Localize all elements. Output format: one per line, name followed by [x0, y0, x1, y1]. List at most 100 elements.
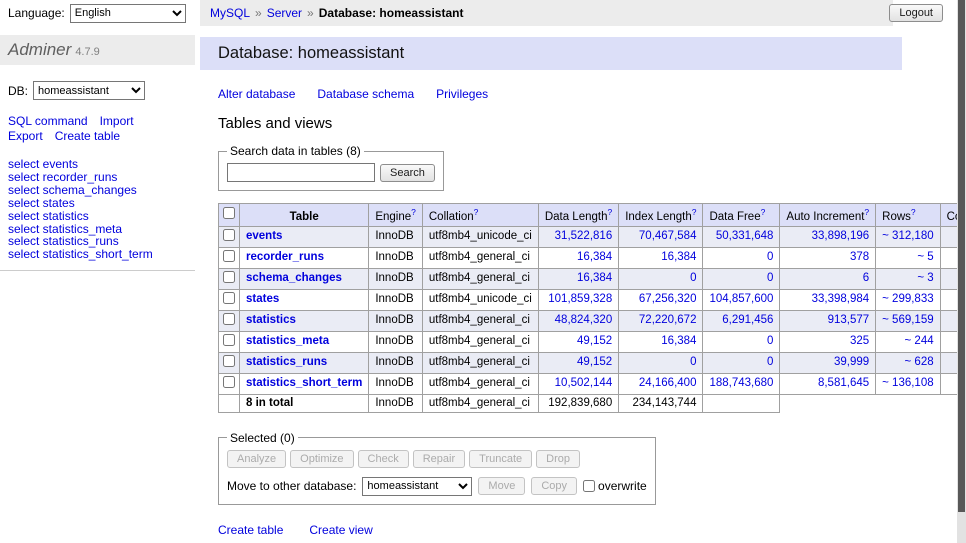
column-help-link[interactable]: ?: [692, 207, 697, 217]
index-length-link[interactable]: 16,384: [661, 335, 696, 347]
index-length-link[interactable]: 67,256,320: [639, 293, 697, 305]
selected-action-button[interactable]: Optimize: [290, 450, 353, 468]
rows-count-link[interactable]: ~ 244: [905, 335, 934, 347]
table-name-link[interactable]: states: [246, 293, 279, 305]
selected-action-button[interactable]: Drop: [536, 450, 580, 468]
data-free-link[interactable]: 0: [767, 272, 773, 284]
table-name-link[interactable]: statistics_meta: [246, 335, 329, 347]
data-length-link[interactable]: 16,384: [577, 272, 612, 284]
db-select[interactable]: homeassistant: [33, 81, 145, 100]
auto-increment-link[interactable]: 913,577: [828, 314, 870, 326]
index-length-link[interactable]: 0: [690, 356, 696, 368]
data-free-link[interactable]: 104,857,600: [709, 293, 773, 305]
auto-increment-link[interactable]: 33,898,196: [812, 230, 870, 242]
move-db-select[interactable]: homeassistant: [362, 477, 472, 496]
column-help-link[interactable]: ?: [864, 207, 869, 217]
data-free-link[interactable]: 0: [767, 251, 773, 263]
sidebar-item-table-link[interactable]: select schema_changes: [8, 184, 195, 197]
rows-count-link[interactable]: ~ 3: [917, 272, 933, 284]
row-checkbox[interactable]: [223, 229, 235, 241]
create-link[interactable]: Create view: [309, 523, 372, 537]
sidebar-item-table-link[interactable]: select events: [8, 158, 195, 171]
rows-count-link[interactable]: ~ 5: [917, 251, 933, 263]
column-help-link[interactable]: ?: [761, 207, 766, 217]
selected-action-button[interactable]: Repair: [413, 450, 465, 468]
sidebar-item-create-table[interactable]: Create table: [55, 129, 120, 143]
index-length-link[interactable]: 0: [690, 272, 696, 284]
search-button[interactable]: Search: [380, 164, 435, 182]
sidebar-item-table-link[interactable]: select recorder_runs: [8, 171, 195, 184]
row-checkbox[interactable]: [223, 334, 235, 346]
table-name-link[interactable]: recorder_runs: [246, 251, 324, 263]
column-help-link[interactable]: ?: [607, 207, 612, 217]
create-link[interactable]: Create table: [218, 523, 283, 537]
row-checkbox[interactable]: [223, 271, 235, 283]
data-free-link[interactable]: 188,743,680: [709, 377, 773, 389]
search-input[interactable]: [227, 163, 375, 182]
index-length-link[interactable]: 24,166,400: [639, 377, 697, 389]
rows-count-link[interactable]: ~ 312,180: [882, 230, 933, 242]
data-free-link[interactable]: 50,331,648: [716, 230, 774, 242]
sidebar-item-table-link[interactable]: select statistics_short_term: [8, 248, 195, 261]
data-length-link[interactable]: 49,152: [577, 335, 612, 347]
rows-count-link[interactable]: ~ 299,833: [882, 293, 933, 305]
rows-count-link[interactable]: ~ 569,159: [882, 314, 933, 326]
auto-increment-link[interactable]: 33,398,984: [812, 293, 870, 305]
table-name-link[interactable]: events: [246, 230, 282, 242]
sidebar-item-export[interactable]: Export: [8, 129, 43, 143]
move-button[interactable]: Move: [478, 477, 525, 495]
logout-button[interactable]: Logout: [889, 4, 943, 22]
copy-button[interactable]: Copy: [531, 477, 577, 495]
index-length-link[interactable]: 72,220,672: [639, 314, 697, 326]
row-checkbox[interactable]: [223, 250, 235, 262]
index-length-link[interactable]: 16,384: [661, 251, 696, 263]
column-help-link[interactable]: ?: [474, 207, 479, 217]
database-action-link[interactable]: Privileges: [436, 87, 488, 101]
language-select[interactable]: English: [70, 4, 186, 23]
table-name-link[interactable]: statistics: [246, 314, 296, 326]
auto-increment-link[interactable]: 6: [863, 272, 869, 284]
column-help-link[interactable]: ?: [911, 207, 916, 217]
data-length-link[interactable]: 10,502,144: [555, 377, 613, 389]
sidebar-item-table-link[interactable]: select states: [8, 197, 195, 210]
row-checkbox[interactable]: [223, 292, 235, 304]
data-free-link[interactable]: 0: [767, 335, 773, 347]
row-checkbox[interactable]: [223, 313, 235, 325]
row-checkbox[interactable]: [223, 376, 235, 388]
column-help-link[interactable]: ?: [411, 207, 416, 217]
table-name-link[interactable]: statistics_short_term: [246, 377, 362, 389]
auto-increment-link[interactable]: 8,581,645: [818, 377, 869, 389]
database-action-link[interactable]: Alter database: [218, 87, 295, 101]
select-all-checkbox[interactable]: [223, 207, 235, 219]
sidebar-item-sql-command[interactable]: SQL command: [8, 114, 88, 128]
database-action-link[interactable]: Database schema: [317, 87, 414, 101]
data-length-link[interactable]: 101,859,328: [548, 293, 612, 305]
selected-action-button[interactable]: Truncate: [469, 450, 532, 468]
data-free-link[interactable]: 0: [767, 356, 773, 368]
breadcrumb-server-link[interactable]: Server: [267, 6, 302, 20]
sidebar-item-table-link[interactable]: select statistics: [8, 210, 195, 223]
table-name-link[interactable]: statistics_runs: [246, 356, 327, 368]
rows-count-link[interactable]: ~ 628: [905, 356, 934, 368]
auto-increment-link[interactable]: 39,999: [834, 356, 869, 368]
sidebar-item-import[interactable]: Import: [100, 114, 134, 128]
index-length-link[interactable]: 70,467,584: [639, 230, 697, 242]
selected-action-button[interactable]: Analyze: [227, 450, 286, 468]
data-length-link[interactable]: 31,522,816: [555, 230, 613, 242]
overwrite-checkbox[interactable]: [583, 480, 595, 492]
table-name-link[interactable]: schema_changes: [246, 272, 342, 284]
rows-count-link[interactable]: ~ 136,108: [882, 377, 933, 389]
breadcrumb-mysql-link[interactable]: MySQL: [210, 6, 250, 20]
data-length-link[interactable]: 49,152: [577, 356, 612, 368]
totals-data-free: [703, 394, 780, 412]
data-length-link[interactable]: 48,824,320: [555, 314, 613, 326]
scrollbar-thumb[interactable]: [958, 0, 965, 512]
auto-increment-link[interactable]: 378: [850, 251, 869, 263]
adminer-logo-link[interactable]: Adminer: [8, 40, 71, 59]
selected-action-button[interactable]: Check: [358, 450, 409, 468]
auto-increment-link[interactable]: 325: [850, 335, 869, 347]
row-checkbox[interactable]: [223, 355, 235, 367]
data-length-link[interactable]: 16,384: [577, 251, 612, 263]
data-free-link[interactable]: 6,291,456: [722, 314, 773, 326]
table-row: statistics_meta InnoDB utf8mb4_general_c…: [219, 331, 966, 352]
